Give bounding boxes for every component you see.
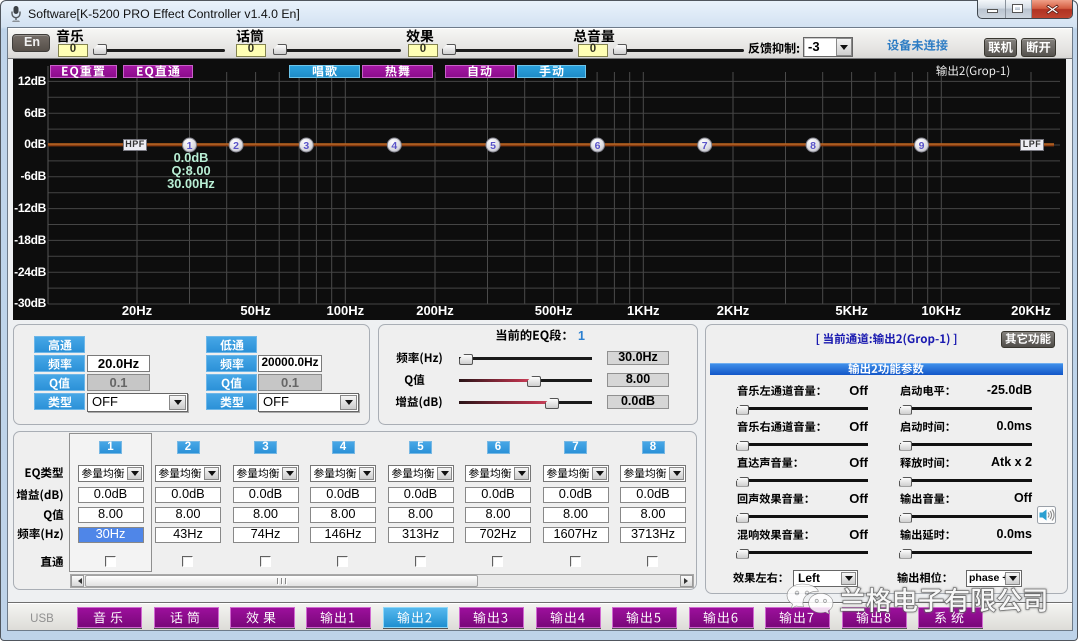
svg-text:3: 3 xyxy=(303,140,309,152)
svg-text:2: 2 xyxy=(233,140,239,152)
svg-text:9: 9 xyxy=(919,140,925,152)
svg-text:8: 8 xyxy=(810,140,816,152)
svg-text:7: 7 xyxy=(702,140,708,152)
svg-text:5: 5 xyxy=(490,140,496,152)
svg-text:6: 6 xyxy=(595,140,601,152)
svg-text:4: 4 xyxy=(391,140,397,152)
